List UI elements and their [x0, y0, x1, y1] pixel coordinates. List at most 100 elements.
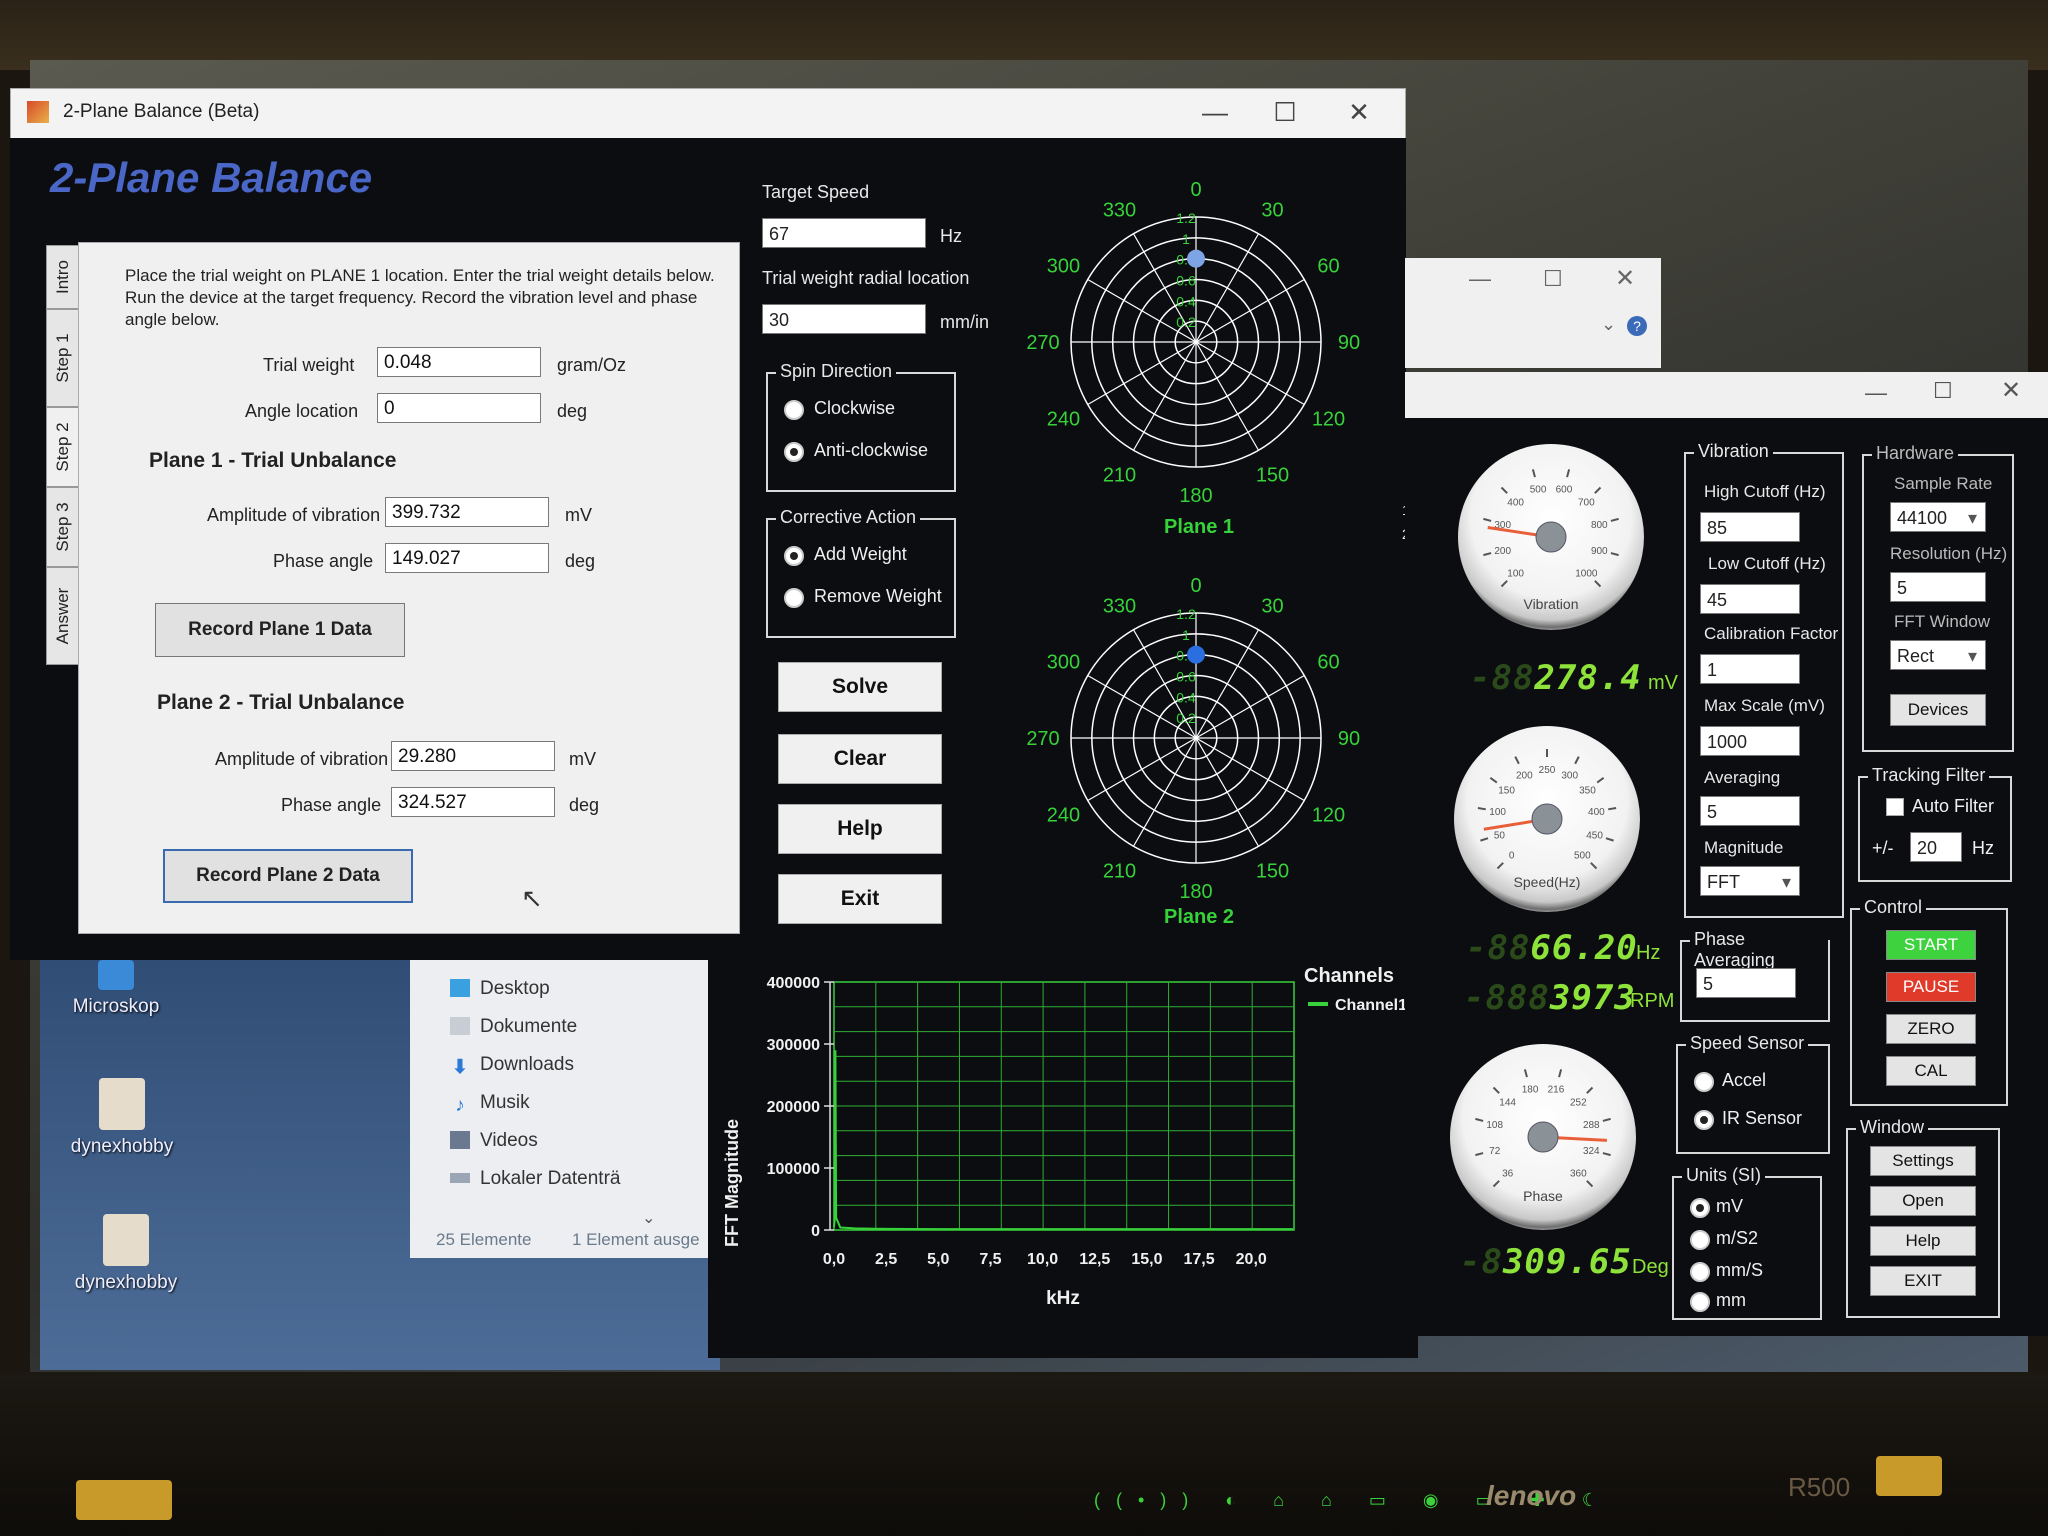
scroll-down-icon[interactable]: ⌄: [642, 1208, 655, 1228]
high-cutoff-input[interactable]: 85: [1700, 512, 1800, 542]
desktop-icon-dynexhobby-1[interactable]: dynexhobby: [62, 1078, 182, 1158]
sample-rate-select[interactable]: 44100: [1890, 502, 1986, 533]
calibration-factor-label: Calibration Factor: [1704, 624, 1839, 643]
explorer-item-dokumente[interactable]: Dokumente: [450, 1016, 577, 1038]
target-speed-input[interactable]: 67: [762, 218, 926, 248]
tab-step-1[interactable]: Step 1: [46, 309, 80, 407]
exit-button[interactable]: Exit: [778, 874, 942, 924]
gauge-tick: [1610, 517, 1619, 522]
minimize-icon[interactable]: —: [1195, 97, 1235, 128]
corrective-action-group: Corrective Action Add Weight Remove Weig…: [766, 507, 956, 638]
minimize-icon[interactable]: —: [1865, 380, 1887, 406]
maximize-icon[interactable]: ☐: [1265, 97, 1305, 128]
radial-location-input[interactable]: 30: [762, 304, 926, 334]
explorer-item-label: Lokaler Datenträ: [480, 1168, 621, 1189]
explorer-item-musik[interactable]: ♪ Musik: [450, 1092, 529, 1116]
polar-angle-label: 240: [1047, 409, 1080, 431]
polar-angle-label: 30: [1261, 199, 1283, 221]
radio-clockwise[interactable]: [784, 400, 804, 420]
record-plane-2-button[interactable]: Record Plane 2 Data: [163, 849, 413, 903]
zero-button[interactable]: ZERO: [1886, 1014, 1976, 1044]
averaging-input[interactable]: 5: [1700, 796, 1800, 826]
trial-weight-input[interactable]: 0.048: [377, 347, 541, 377]
gauge-tick-label: 324: [1583, 1146, 1600, 1157]
explorer-item-local-disk[interactable]: Lokaler Datenträ: [450, 1168, 620, 1190]
cal-button[interactable]: CAL: [1886, 1056, 1976, 1086]
radio-anti-clockwise[interactable]: [784, 442, 804, 462]
radio-unit-m-s2[interactable]: [1690, 1230, 1710, 1250]
explorer-status-selection: 1 Element ausge: [572, 1230, 700, 1249]
radio-add-weight[interactable]: [784, 546, 804, 566]
close-icon[interactable]: ✕: [2001, 376, 2021, 405]
close-icon[interactable]: ✕: [1339, 97, 1379, 128]
window-help-button[interactable]: Help: [1870, 1226, 1976, 1256]
chevron-down-icon[interactable]: ⌄: [1601, 314, 1616, 335]
radio-unit-mv[interactable]: [1690, 1198, 1710, 1218]
low-cutoff-input[interactable]: 45: [1700, 584, 1800, 614]
auto-filter-label: Auto Filter: [1912, 796, 1995, 816]
app-icon: [98, 960, 134, 990]
explorer-item-downloads[interactable]: ⬇ Downloads: [450, 1054, 574, 1078]
calibration-factor-input[interactable]: 1: [1700, 654, 1800, 684]
record-plane-1-button[interactable]: Record Plane 1 Data: [155, 603, 405, 657]
desktop-icon-microskop[interactable]: Microskop: [56, 960, 176, 1018]
gauge-tick: [1602, 1117, 1611, 1122]
plane1-amplitude-label: Amplitude of vibration: [207, 505, 381, 525]
plane2-section-title: Plane 2 - Trial Unbalance: [157, 691, 405, 714]
tab-step-3[interactable]: Step 3: [46, 487, 80, 567]
polar-angle-label: 150: [1256, 465, 1289, 487]
tracking-width-unit: Hz: [1972, 838, 1994, 858]
angle-location-input[interactable]: 0: [377, 393, 541, 423]
tracking-width-input[interactable]: 20: [1910, 832, 1962, 862]
pause-button[interactable]: PAUSE: [1886, 972, 1976, 1002]
maximize-icon[interactable]: ☐: [1543, 266, 1563, 292]
tab-step-2[interactable]: Step 2: [46, 407, 80, 487]
gauge-tick-label: 150: [1498, 786, 1515, 797]
fft-chart: 0 100000 200000 300000 400000 0,0 2,5 5,0 7,5 10…: [722, 965, 1407, 1309]
radio-accel[interactable]: [1694, 1072, 1714, 1092]
desktop-icon-label: dynexhobby: [70, 1136, 174, 1157]
devices-button[interactable]: Devices: [1890, 694, 1986, 726]
desktop-icon-dynexhobby-2[interactable]: dynexhobby: [66, 1214, 186, 1294]
gauge-tick: [1496, 862, 1504, 870]
radio-remove-weight[interactable]: [784, 588, 804, 608]
polar-angle-label: 0: [1190, 179, 1201, 201]
minimize-icon[interactable]: —: [1469, 266, 1491, 292]
radio-unit-mm[interactable]: [1690, 1292, 1710, 1312]
radio-accel-label: Accel: [1722, 1070, 1767, 1090]
plane1-phase-input[interactable]: 149.027: [385, 543, 549, 573]
start-button[interactable]: START: [1886, 930, 1976, 960]
radio-unit-mm-s[interactable]: [1690, 1262, 1710, 1282]
laptop-model-label: R500: [1788, 1472, 1851, 1502]
maximize-icon[interactable]: ☐: [1933, 378, 1953, 404]
window-exit-button[interactable]: EXIT: [1870, 1266, 1976, 1296]
radio-ir-sensor[interactable]: [1694, 1110, 1714, 1130]
readout-ghost-digits: -888: [1464, 978, 1550, 1018]
explorer-item-label: Desktop: [480, 978, 550, 999]
tab-intro[interactable]: Intro: [46, 245, 80, 309]
radio-clockwise-label: Clockwise: [814, 398, 896, 418]
fft-window-select[interactable]: Rect: [1890, 640, 1986, 671]
help-icon[interactable]: ?: [1627, 316, 1647, 336]
plane2-amplitude-input[interactable]: 29.280: [391, 741, 555, 771]
close-icon[interactable]: ✕: [1615, 264, 1635, 293]
polar-spoke: [1195, 341, 1305, 406]
gauge-tick-label: 250: [1539, 765, 1556, 776]
open-button[interactable]: Open: [1870, 1186, 1976, 1216]
polar-spoke: [1195, 737, 1305, 802]
explorer-item-desktop[interactable]: Desktop: [450, 978, 550, 1000]
settings-button[interactable]: Settings: [1870, 1146, 1976, 1176]
max-scale-input[interactable]: 1000: [1700, 726, 1800, 756]
plane1-amplitude-input[interactable]: 399.732: [385, 497, 549, 527]
phase-averaging-input[interactable]: 5: [1696, 968, 1796, 998]
help-button[interactable]: Help: [778, 804, 942, 854]
plane2-phase-input[interactable]: 324.527: [391, 787, 555, 817]
auto-filter-checkbox[interactable]: [1886, 798, 1904, 816]
tab-answer[interactable]: Answer: [46, 567, 80, 665]
magnitude-select[interactable]: FFT: [1700, 866, 1800, 897]
solve-button[interactable]: Solve: [778, 662, 942, 712]
clear-button[interactable]: Clear: [778, 734, 942, 784]
explorer-item-videos[interactable]: Videos: [450, 1130, 538, 1152]
resolution-input[interactable]: 5: [1890, 572, 1986, 602]
radial-location-unit: mm/in: [940, 312, 989, 332]
